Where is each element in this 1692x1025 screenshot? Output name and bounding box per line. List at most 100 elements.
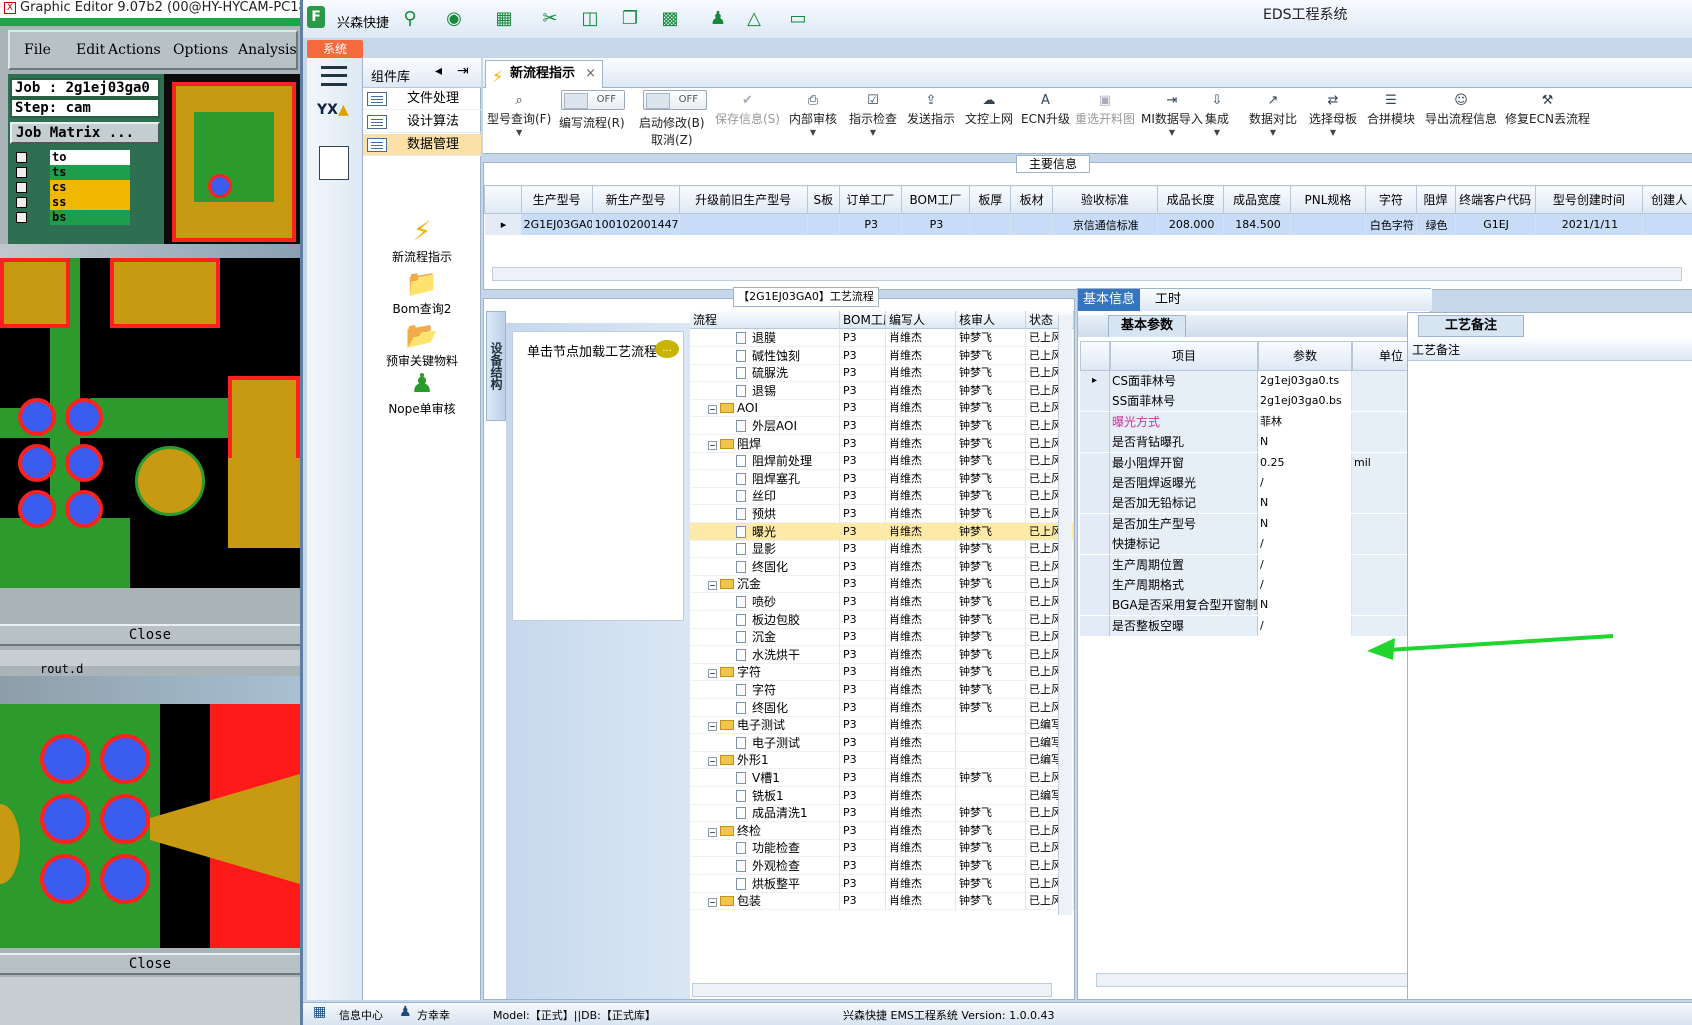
flow-column-header[interactable]: BOM工厂 bbox=[840, 311, 886, 329]
globe-icon[interactable]: ◉ bbox=[443, 9, 465, 29]
list-item[interactable]: 丝印 P3 肖维杰 钟梦飞 已上风 bbox=[690, 487, 1074, 506]
menu-edit[interactable]: Edit bbox=[76, 42, 105, 58]
table-cell[interactable]: P3 bbox=[901, 213, 971, 235]
column-header[interactable]: 升级前旧生产型号 bbox=[678, 185, 808, 214]
param-value[interactable]: N bbox=[1258, 493, 1352, 514]
film-icon[interactable]: ◫ bbox=[579, 9, 601, 29]
collapse-icon[interactable]: ⇥ bbox=[457, 63, 469, 79]
table-row[interactable]: 曝光方式 菲林 bbox=[1080, 411, 1430, 432]
collapse-icon[interactable]: − bbox=[708, 581, 717, 591]
table-row[interactable]: 生产周期格式 / bbox=[1080, 575, 1430, 595]
chevron-down-icon[interactable]: ▼ bbox=[1205, 127, 1229, 139]
param-value[interactable]: N bbox=[1258, 432, 1352, 453]
table-row[interactable]: BGA是否采用复合型开窗制作 N bbox=[1080, 595, 1430, 616]
layer-row[interactable]: cs bbox=[12, 180, 132, 195]
horizontal-scrollbar[interactable] bbox=[692, 983, 1052, 997]
table-cell[interactable] bbox=[1290, 213, 1367, 235]
flow-column-header[interactable]: 流程 bbox=[690, 311, 840, 329]
collapse-icon[interactable]: − bbox=[708, 722, 717, 732]
column-header[interactable]: S板 bbox=[806, 185, 840, 214]
library-item[interactable]: 数据管理 bbox=[363, 134, 481, 156]
table-cell[interactable]: 白色字符 bbox=[1365, 213, 1417, 235]
list-item[interactable]: 电子测试 P3 肖维杰 已编写 bbox=[690, 733, 1074, 752]
toolbar-button[interactable]: ⚒ 修复ECN丢流程 bbox=[1505, 88, 1590, 152]
list-item[interactable]: 退锡 P3 肖维杰 钟梦飞 已上风 bbox=[690, 381, 1074, 400]
toolbar-button[interactable]: ☰ 合拼模块 bbox=[1367, 88, 1415, 152]
list-item[interactable]: 显影 P3 肖维杰 钟梦飞 已上风 bbox=[690, 540, 1074, 559]
column-header[interactable]: 成品宽度 bbox=[1223, 185, 1291, 214]
toolbar-button[interactable]: ▣ 重选开料图 bbox=[1075, 88, 1135, 152]
layer-row[interactable]: bs bbox=[12, 210, 132, 225]
lib-nope-review[interactable]: ♟ Nope单审核 bbox=[363, 368, 481, 417]
list-item[interactable]: 阻焊塞孔 P3 肖维杰 钟梦飞 已上风 bbox=[690, 469, 1074, 488]
list-item[interactable]: 终固化 P3 肖维杰 钟梦飞 已上风 bbox=[690, 557, 1074, 576]
chevron-down-icon[interactable]: ▼ bbox=[1249, 127, 1297, 139]
column-header[interactable]: 订单工厂 bbox=[838, 185, 902, 214]
table-cell[interactable] bbox=[807, 213, 840, 235]
layer-checkbox[interactable] bbox=[16, 182, 27, 193]
column-header[interactable]: 阻焊 bbox=[1415, 185, 1456, 214]
toolbar-button[interactable]: ⇥ MI数据导入 ▼ bbox=[1141, 88, 1203, 152]
list-item[interactable]: 曝光 P3 肖维杰 钟梦飞 已上风 bbox=[690, 522, 1074, 541]
table-cell[interactable] bbox=[679, 213, 808, 235]
list-item[interactable]: 成品清洗1 P3 肖维杰 钟梦飞 已上风 bbox=[690, 804, 1074, 823]
monitor-icon[interactable]: ▭ bbox=[787, 9, 809, 29]
toolbar-button[interactable]: ☺ 导出流程信息 bbox=[1425, 88, 1497, 152]
column-header[interactable]: 成品长度 bbox=[1156, 185, 1225, 214]
list-item[interactable]: 水洗烘干 P3 肖维杰 钟梦飞 已上风 bbox=[690, 645, 1074, 664]
collapse-icon[interactable]: − bbox=[708, 440, 717, 450]
job-matrix-button[interactable]: Job Matrix ... bbox=[10, 122, 160, 144]
collapse-icon[interactable]: − bbox=[708, 669, 717, 679]
layer-checkbox[interactable] bbox=[16, 152, 27, 163]
table-row[interactable]: 快捷标记 / bbox=[1080, 534, 1430, 555]
lib-bom-query[interactable]: 📁 Bom查询2 bbox=[363, 268, 481, 317]
chevron-down-icon[interactable]: ▼ bbox=[849, 127, 897, 139]
list-item[interactable]: 硫脲洗 P3 肖维杰 钟梦飞 已上风 bbox=[690, 364, 1074, 383]
lib-prereview[interactable]: 📂 预审关键物料 bbox=[363, 320, 481, 369]
layer-row[interactable]: ts bbox=[12, 165, 132, 180]
toggle-switch[interactable]: OFF bbox=[561, 90, 625, 110]
toolbar-button[interactable]: ↗ 数据对比 ▼ bbox=[1249, 88, 1297, 152]
user-icon[interactable]: ♟ bbox=[707, 9, 729, 29]
list-item[interactable]: − 外形1 P3 肖维杰 已编写 bbox=[690, 751, 1074, 770]
list-item[interactable]: − 字符 P3 肖维杰 钟梦飞 已上风 bbox=[690, 663, 1074, 682]
list-item[interactable]: − AOI P3 肖维杰 钟梦飞 已上风 bbox=[690, 399, 1074, 418]
table-cell[interactable] bbox=[1010, 213, 1053, 235]
param-value[interactable]: / bbox=[1258, 473, 1352, 493]
system-button[interactable]: 系统 bbox=[307, 40, 363, 58]
toolbar-button[interactable]: ⇄ 选择母板 ▼ bbox=[1309, 88, 1357, 152]
chart-icon[interactable]: △ bbox=[743, 9, 765, 29]
scissors-icon[interactable]: ✂ bbox=[539, 9, 561, 29]
table-row[interactable]: 是否加无铅标记 N bbox=[1080, 493, 1430, 514]
table-cell[interactable]: 10010200144785 bbox=[592, 213, 680, 235]
menu-file[interactable]: File bbox=[24, 42, 51, 58]
table-row[interactable]: ▸ CS面菲林号 2g1ej03ga0.ts bbox=[1080, 371, 1430, 391]
list-item[interactable]: 铣板1 P3 肖维杰 已编写 bbox=[690, 786, 1074, 805]
toolbar-button[interactable]: A ECN升级 bbox=[1021, 88, 1070, 152]
column-header[interactable]: 型号创建时间 bbox=[1534, 185, 1644, 214]
column-header[interactable]: BOM工厂 bbox=[900, 185, 971, 214]
close-button-2[interactable]: Close bbox=[0, 953, 300, 975]
info-center[interactable]: 信息中心 bbox=[339, 1007, 383, 1023]
list-item[interactable]: − 沉金 P3 肖维杰 钟梦飞 已上风 bbox=[690, 575, 1074, 594]
list-item[interactable]: V槽1 P3 肖维杰 钟梦飞 已上风 bbox=[690, 769, 1074, 787]
list-item[interactable]: 字符 P3 肖维杰 钟梦飞 已上风 bbox=[690, 681, 1074, 699]
toolbar-button[interactable]: ⇩ 集成 ▼ bbox=[1205, 88, 1229, 152]
collapse-icon[interactable]: − bbox=[708, 405, 717, 415]
column-header[interactable]: 新生产型号 bbox=[591, 185, 680, 214]
flow-column-header[interactable]: 核审人 bbox=[956, 311, 1026, 329]
table-cell[interactable]: 2021/1/11 bbox=[1535, 213, 1644, 235]
chevron-down-icon[interactable]: ▼ bbox=[789, 127, 837, 139]
param-value[interactable]: / bbox=[1258, 575, 1352, 595]
table-row[interactable]: 是否背钻曝孔 N bbox=[1080, 432, 1430, 453]
list-item[interactable]: 预烘 P3 肖维杰 钟梦飞 已上风 bbox=[690, 505, 1074, 523]
horizontal-scrollbar[interactable] bbox=[1096, 973, 1416, 987]
layer-checkbox[interactable] bbox=[16, 197, 27, 208]
close-button[interactable]: Close bbox=[0, 624, 300, 646]
param-value[interactable]: / bbox=[1258, 534, 1352, 555]
column-header[interactable]: 验收标准 bbox=[1051, 185, 1158, 214]
layer-row[interactable]: ss bbox=[12, 195, 132, 210]
table-icon[interactable]: ▩ bbox=[659, 9, 681, 29]
calculator-icon[interactable] bbox=[319, 146, 349, 180]
grid-icon[interactable]: ▦ bbox=[493, 9, 515, 29]
